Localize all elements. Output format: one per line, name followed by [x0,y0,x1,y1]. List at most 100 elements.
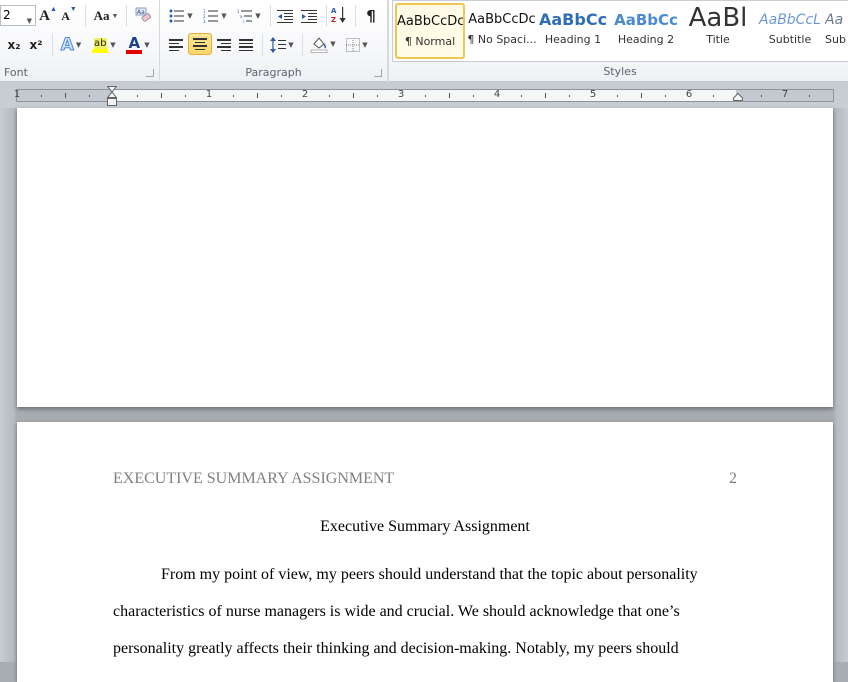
increase-indent-icon [301,10,317,23]
paragraph-group-label: Paragraph [245,66,302,79]
font-group-label: Font [4,66,28,79]
align-right-icon [217,39,231,51]
style-name: Heading 1 [544,33,602,46]
style-subtitle[interactable]: AaBbCcL Subtitle [755,3,825,59]
page-2[interactable]: EXECUTIVE SUMMARY ASSIGNMENT 2 Executive… [17,422,833,682]
numbering-icon: 123 [203,9,219,23]
shading-icon [310,37,328,53]
subscript-button[interactable]: x₂ [4,34,24,56]
document-title: Executive Summary Assignment [320,518,530,535]
right-indent-marker-icon[interactable] [733,93,743,101]
style-sample: AaBbCc [539,10,607,29]
style-no-spacing[interactable]: AaBbCcDc ¶ No Spaci... [467,3,537,59]
font-size-combo[interactable]: 2 ▼ [0,5,36,26]
text-highlight-button[interactable]: ab ▼ [88,34,120,56]
justify-button[interactable] [234,34,258,56]
chevron-down-icon: ▼ [255,12,261,20]
highlight-color-bar [92,48,109,53]
style-sample: AaBbCcDc [397,14,463,29]
justify-icon [239,39,253,51]
chevron-down-icon: ▼ [111,12,119,20]
chevron-down-icon: ▼ [75,41,82,49]
svg-text:Aa: Aa [137,9,145,16]
increase-indent-button[interactable] [298,5,320,27]
borders-icon [346,38,361,52]
grow-font-button[interactable]: A ▲ [38,5,58,27]
style-normal[interactable]: AaBbCcDc ¶ Normal [395,3,465,59]
shading-button[interactable]: ▼ [308,33,338,55]
ruler-tick [353,93,354,98]
ruler-tick [89,95,90,97]
bullets-button[interactable]: ▼ [166,5,196,27]
document-area: EXECUTIVE SUMMARY ASSIGNMENT 2 Executive… [0,108,848,682]
style-sample: Aa [825,12,844,28]
line-spacing-icon [270,37,287,53]
chevron-down-icon: ▼ [187,12,193,20]
style-heading-1[interactable]: AaBbCc Heading 1 [539,3,607,59]
decrease-indent-icon [277,10,293,23]
page-1[interactable] [17,108,833,407]
ruler-number: 1 [205,89,213,100]
style-heading-2[interactable]: AaBbCc Heading 2 [611,3,681,59]
paragraph-group: ▼ 1 2 3 ▼ 1 a i ▼ AZ ¶ ▼ ▼ ▼ Paragraph [160,0,388,82]
show-hide-marks-button[interactable]: ¶ [360,5,382,27]
ruler-tick [257,93,258,98]
separator [388,0,389,82]
font-color-bar [126,50,143,54]
ruler-tick [65,93,66,98]
clear-formatting-button[interactable]: Aa [132,4,154,26]
ruler-number: 6 [685,89,693,100]
horizontal-ruler-area: 1 1 2 3 4 5 6 7 [0,82,848,108]
separator [85,5,86,27]
style-name: Title [706,33,730,46]
ruler-number: 1 [13,89,21,100]
ruler-tick [329,95,330,97]
ruler-tick [569,95,570,97]
decrease-indent-button[interactable] [274,5,296,27]
horizontal-ruler[interactable]: 1 1 2 3 4 5 6 7 [13,89,834,102]
ruler-tick [185,95,186,97]
ruler-number: 3 [397,89,405,100]
separator [52,34,53,56]
align-center-icon [193,38,207,50]
align-left-button[interactable] [164,34,188,56]
align-center-button[interactable] [188,33,212,55]
svg-text:3: 3 [203,19,206,23]
shrink-font-button[interactable]: A ▼ [60,5,78,27]
grow-arrow-icon: ▲ [49,5,57,13]
svg-text:A: A [331,7,337,15]
ruler-tick [713,95,714,97]
font-group: 2 ▼ A ▲ A ▼ Aa ▼ Aa x₂ x² A ▼ ab ▼ A ▼ F… [0,0,160,82]
eraser-icon: Aa [135,7,152,22]
separator [326,5,327,27]
text-effects-button[interactable]: A ▼ [57,34,85,56]
ruler-tick [425,95,426,97]
separator [270,5,271,27]
font-dialog-launcher[interactable] [146,69,154,77]
line-spacing-button[interactable]: ▼ [268,34,296,56]
paragraph-dialog-launcher[interactable] [374,69,382,77]
body-line: characteristics of nurse managers is wid… [113,603,680,620]
ribbon: 2 ▼ A ▲ A ▼ Aa ▼ Aa x₂ x² A ▼ ab ▼ A ▼ F… [0,0,848,82]
superscript-button[interactable]: x² [26,34,46,56]
indent-marker-icon[interactable] [107,86,117,107]
styles-gallery: AaBbCcDc ¶ Normal AaBbCcDc ¶ No Spaci...… [392,0,848,62]
style-title[interactable]: AaBl Title [683,3,753,59]
align-left-icon [169,39,183,51]
ruler-tick [809,95,810,97]
sort-button[interactable]: AZ [328,4,350,26]
borders-button[interactable]: ▼ [342,34,372,56]
font-color-button[interactable]: A ▼ [122,34,154,56]
numbering-button[interactable]: 1 2 3 ▼ [200,5,230,27]
separator [302,34,303,56]
style-name: ¶ Normal [404,35,456,48]
style-subtle-emphasis[interactable]: Aa Sub [825,3,848,59]
align-right-button[interactable] [212,34,236,56]
ruler-tick [641,93,642,98]
sort-icon: AZ [331,7,346,24]
chevron-down-icon: ▼ [26,17,32,25]
multilevel-list-button[interactable]: 1 a i ▼ [234,5,264,27]
ruler-tick [281,95,282,97]
chevron-down-icon: ▼ [330,40,336,48]
change-case-button[interactable]: Aa ▼ [92,5,120,27]
